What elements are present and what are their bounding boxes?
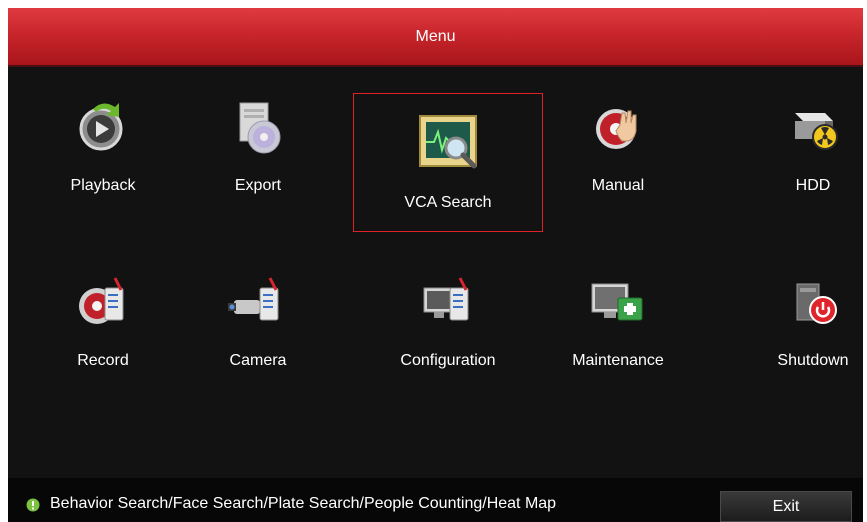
menu-item-label: Record — [77, 352, 129, 369]
playback-icon — [79, 103, 123, 151]
menu-window: Menu Playback Export VCA Search Manual H… — [8, 8, 863, 522]
title-divider — [8, 65, 863, 67]
maintenance-icon — [591, 283, 643, 321]
menu-item-label: Export — [234, 177, 282, 194]
menu-item-export[interactable]: Export — [163, 83, 353, 211]
export-disc-icon — [239, 102, 281, 154]
configuration-icon — [423, 277, 469, 321]
menu-item-label: Configuration — [400, 352, 496, 369]
menu-item-manual[interactable]: Manual — [523, 83, 713, 211]
status-hint-text: Behavior Search/Face Search/Plate Search… — [50, 495, 557, 512]
menu-item-label: Playback — [70, 177, 136, 194]
menu-item-shutdown[interactable]: Shutdown — [718, 258, 863, 386]
menu-item-label: Maintenance — [572, 352, 664, 369]
camera-settings-icon — [228, 277, 279, 321]
title-bar: Menu — [8, 8, 863, 65]
menu-item-label: HDD — [795, 177, 831, 194]
shutdown-icon — [796, 283, 837, 324]
status-bar: Behavior Search/Face Search/Plate Search… — [8, 478, 863, 522]
manual-record-icon — [596, 109, 637, 149]
window-title: Menu — [415, 27, 456, 45]
exit-button[interactable]: Exit — [720, 491, 852, 522]
menu-item-hdd[interactable]: HDD — [718, 83, 863, 211]
vca-search-icon — [419, 115, 477, 169]
menu-item-label: Shutdown — [777, 352, 849, 369]
menu-item-configuration[interactable]: Configuration — [353, 258, 543, 386]
info-icon — [26, 498, 40, 512]
hdd-icon — [795, 113, 838, 150]
record-settings-icon — [79, 277, 124, 324]
menu-item-label: Manual — [591, 177, 645, 194]
menu-item-maintenance[interactable]: Maintenance — [523, 258, 713, 386]
menu-item-label: Camera — [229, 352, 287, 369]
menu-item-camera[interactable]: Camera — [163, 258, 353, 386]
menu-item-label: VCA Search — [404, 194, 492, 211]
menu-item-vca-search[interactable]: VCA Search — [353, 93, 543, 232]
